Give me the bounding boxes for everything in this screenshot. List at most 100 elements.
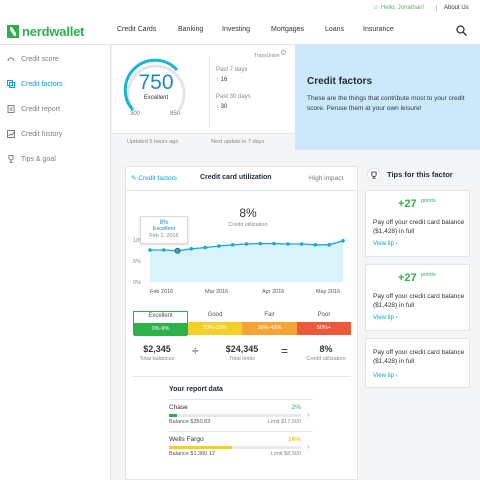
y-tick-label: 5% bbox=[133, 259, 141, 265]
tips-title: Tips for this factor bbox=[387, 170, 453, 179]
chevron-right-icon[interactable]: › bbox=[307, 442, 310, 451]
sidebar-item-credit-factors[interactable]: Credit factors bbox=[7, 80, 63, 88]
nav-mortgages[interactable]: Mortgages bbox=[271, 26, 304, 33]
updated-time: Updated 5 hours ago bbox=[127, 139, 179, 145]
back-to-factors-link[interactable]: ✎ Credit factors bbox=[131, 174, 177, 182]
info-icon[interactable] bbox=[281, 50, 286, 55]
trophy-icon bbox=[8, 155, 14, 163]
nav-banking[interactable]: Banking bbox=[178, 26, 203, 33]
account-percent: 16% bbox=[287, 436, 301, 443]
greeting-link[interactable]: ☺ Hello, Jonathan! bbox=[373, 5, 424, 11]
sidebar-item-label: Credit factors bbox=[21, 80, 63, 88]
total-balances-value: $2,345 bbox=[143, 344, 171, 354]
account-balance: Balance $350.83 bbox=[169, 419, 211, 425]
chart-point[interactable] bbox=[189, 247, 194, 251]
tip-card[interactable]: +27 points Pay off your credit card bala… bbox=[365, 190, 470, 257]
scale-name: Fair bbox=[264, 312, 275, 318]
total-limits-value: $24,345 bbox=[225, 344, 259, 354]
user-icon: ☺ bbox=[373, 5, 381, 11]
scale-name: Good bbox=[207, 312, 223, 318]
past-7-days-label: Past 7 days bbox=[216, 67, 248, 73]
tip-text: Pay off your credit card balance ($1,428… bbox=[373, 219, 465, 235]
tooltip-date: Feb 1, 2016 bbox=[149, 233, 179, 239]
factor-title: Credit card utilization bbox=[200, 174, 272, 181]
about-us-link[interactable]: About Us bbox=[444, 5, 469, 11]
chart-point[interactable] bbox=[217, 244, 221, 248]
utilization-scale: Excellent 0%-9% Good 10%-29% Fair 30%-49% P… bbox=[133, 311, 351, 336]
scale-fair: Fair 30%-49% bbox=[242, 311, 297, 335]
sidebar-item-label: Credit history bbox=[21, 130, 63, 138]
credit-score-value: 750 bbox=[138, 71, 174, 94]
report-icon bbox=[7, 105, 15, 113]
trophy-icon bbox=[367, 168, 381, 182]
divider bbox=[169, 431, 313, 432]
account-name: Chase bbox=[169, 404, 188, 411]
top-utility-bar: ☺ Hello, Jonathan! About Us bbox=[0, 0, 480, 17]
nav-credit-cards[interactable]: Credit Cards bbox=[117, 26, 156, 33]
tip-text: Pay off your credit card balance ($1,428… bbox=[373, 293, 465, 309]
intro-description: These are the things that contribute mos… bbox=[307, 95, 465, 112]
equals-icon: = bbox=[281, 344, 289, 358]
chart-point[interactable] bbox=[148, 248, 152, 252]
view-tip-link[interactable]: View tip › bbox=[373, 315, 398, 321]
total-balances-label: Total balances bbox=[139, 356, 175, 362]
past-30-days-label: Past 30 days bbox=[216, 94, 251, 100]
search-icon[interactable] bbox=[456, 25, 467, 36]
account-utilization-fill bbox=[169, 446, 233, 449]
chevron-right-icon[interactable]: › bbox=[307, 410, 310, 419]
chart-point[interactable] bbox=[272, 241, 276, 246]
chart-point[interactable] bbox=[258, 241, 263, 246]
x-tick-label: Mar 2016 bbox=[205, 289, 229, 295]
scale-range: 30%-49% bbox=[242, 322, 297, 335]
scale-range: 50%+ bbox=[297, 322, 351, 335]
x-tick-label: Feb 2016 bbox=[150, 289, 174, 295]
chart-point[interactable] bbox=[203, 245, 207, 250]
nav-loans[interactable]: Loans bbox=[325, 26, 344, 33]
account-limit: Limit $8,500 bbox=[271, 451, 301, 457]
view-tip-link[interactable]: View tip › bbox=[373, 373, 398, 379]
chart-point[interactable] bbox=[299, 242, 304, 246]
chart-point[interactable] bbox=[244, 242, 249, 246]
chart-point[interactable] bbox=[313, 243, 318, 247]
divide-icon: ÷ bbox=[192, 344, 199, 358]
tip-points-unit: points bbox=[421, 198, 436, 204]
sidebar-item-credit-history[interactable]: Credit history bbox=[7, 130, 62, 138]
bureau-logo: TransUnion bbox=[254, 53, 280, 59]
x-tick-label: Apr 2016 bbox=[262, 289, 285, 295]
chart-point[interactable] bbox=[341, 239, 345, 243]
account-row-wells-fargo[interactable]: Wells Fargo 16% Balance $1,360.12 Limit … bbox=[169, 436, 301, 466]
chart-point[interactable] bbox=[174, 247, 181, 254]
tip-text: Pay off your credit card balance ($1,428… bbox=[373, 349, 465, 365]
scale-excellent: Excellent 0%-9% bbox=[133, 311, 188, 336]
account-percent: 2% bbox=[291, 404, 301, 411]
view-tip-link[interactable]: View tip › bbox=[373, 241, 398, 247]
sidebar-item-tips-goal[interactable]: Tips & goal bbox=[7, 155, 56, 163]
chart-tooltip: 8% Excellent Feb 1, 2016 bbox=[140, 216, 188, 244]
tip-card[interactable]: +27 points Pay off your credit card bala… bbox=[365, 264, 470, 331]
sidebar-item-credit-score[interactable]: Credit score bbox=[7, 55, 59, 63]
scale-name: Poor bbox=[317, 312, 331, 318]
account-row-chase[interactable]: Chase 2% Balance $350.83 Limit $17,500 bbox=[169, 404, 301, 434]
result-label: Credit utilization bbox=[306, 356, 346, 362]
score-max: 850 bbox=[170, 111, 181, 117]
next-update: Next update in 7 days bbox=[211, 139, 265, 145]
logo-icon bbox=[7, 25, 19, 38]
nerdwallet-logo[interactable]: nerdwallet bbox=[7, 24, 84, 39]
tip-card[interactable]: Pay off your credit card balance ($1,428… bbox=[365, 338, 470, 388]
chart-point[interactable] bbox=[230, 243, 235, 247]
divider bbox=[169, 399, 313, 400]
chart-point[interactable] bbox=[161, 248, 166, 252]
nav-investing[interactable]: Investing bbox=[222, 26, 250, 33]
sidebar-item-credit-report[interactable]: Credit report bbox=[7, 105, 60, 113]
chart-point[interactable] bbox=[327, 243, 332, 247]
scale-good: Good 10%-29% bbox=[188, 311, 242, 335]
scale-range: 0%-9% bbox=[134, 323, 187, 336]
tip-points: +27 bbox=[398, 272, 417, 284]
account-name: Wells Fargo bbox=[169, 436, 204, 443]
divider bbox=[133, 376, 351, 377]
chart-point[interactable] bbox=[286, 242, 290, 246]
gauge-icon bbox=[7, 57, 15, 62]
account-utilization-fill bbox=[169, 414, 177, 417]
nav-insurance[interactable]: Insurance bbox=[363, 26, 394, 33]
account-utilization-bar bbox=[169, 414, 301, 417]
